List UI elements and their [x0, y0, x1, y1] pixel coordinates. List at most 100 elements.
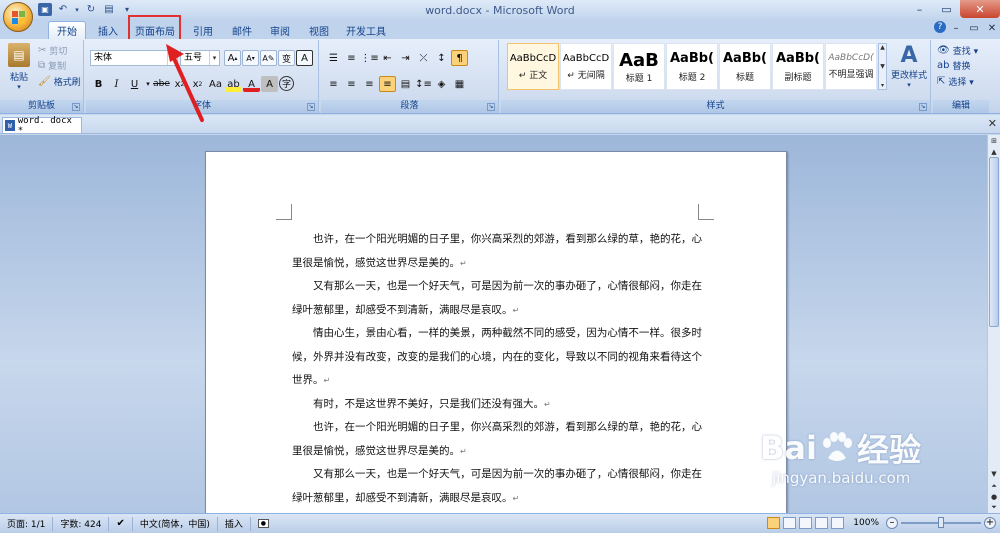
highlight-color-icon[interactable]: ab — [225, 76, 242, 92]
zoom-out-icon[interactable]: – — [886, 517, 898, 529]
next-page-icon[interactable]: ⏷ — [988, 501, 1000, 513]
multilevel-list-icon[interactable]: ⋮≡ — [360, 50, 378, 66]
chinese-layout-icon[interactable]: ⤫ — [415, 50, 432, 66]
minimize-button[interactable]: – — [906, 0, 933, 18]
document-body[interactable]: 也许，在一个阳光明媚的日子里，你兴高采烈的郊游，看到那么绿的草，艳的花，心里很是… — [292, 228, 702, 510]
copy-button[interactable]: ⧉ 复制 — [38, 59, 66, 72]
bold-icon[interactable]: B — [90, 76, 107, 92]
paste-button[interactable]: ▤ 粘贴 ▾ — [6, 43, 32, 91]
style-subtle-emphasis[interactable]: AaBbCcD( 不明显强调 — [825, 43, 877, 90]
tab-review[interactable]: 审阅 — [263, 21, 297, 39]
style-subtle-emphasis-name: 不明显强调 — [828, 70, 874, 80]
status-language[interactable]: 中文(简体，中国) — [133, 516, 218, 531]
styles-dialog-launcher[interactable]: ↘ — [919, 103, 927, 111]
tab-home[interactable]: 开始 — [48, 21, 86, 39]
increase-indent-icon[interactable]: ⇥ — [397, 50, 414, 66]
help-icon[interactable]: ? — [934, 21, 946, 33]
style-title[interactable]: AaBb( 标题 — [719, 43, 771, 90]
zoom-in-icon[interactable]: + — [984, 517, 996, 529]
web-layout-icon[interactable] — [799, 517, 813, 529]
document-page[interactable]: 也许，在一个阳光明媚的日子里，你兴高采烈的郊游，看到那么绿的草，艳的花，心里很是… — [205, 151, 787, 513]
scroll-thumb[interactable] — [989, 157, 999, 327]
tab-references[interactable]: 引用 — [186, 21, 220, 39]
format-painter-button[interactable]: 🖌 格式刷 — [38, 75, 81, 88]
close-button[interactable]: ✕ — [960, 0, 1000, 18]
shrink-font-icon[interactable]: A ▾ — [242, 50, 259, 66]
style-normal[interactable]: AaBbCcD ↵ 正文 — [507, 43, 559, 90]
zoom-slider-knob[interactable] — [938, 517, 944, 528]
show-marks-icon[interactable]: ¶ — [451, 50, 468, 66]
underline-icon[interactable]: U — [126, 76, 143, 92]
char-border-icon[interactable]: A — [296, 50, 313, 66]
style-subtitle[interactable]: AaBb( 副标题 — [772, 43, 824, 90]
italic-icon[interactable]: I — [108, 76, 125, 92]
tab-developer[interactable]: 开发工具 — [340, 21, 392, 39]
print-layout-view-icon[interactable] — [767, 517, 781, 529]
clear-format-icon[interactable]: A✎ — [260, 50, 277, 66]
scissors-icon: ✂ — [38, 45, 47, 56]
bullets-icon[interactable]: ☰ — [325, 50, 342, 66]
char-shading-icon[interactable]: A — [261, 76, 278, 92]
font-color-icon[interactable]: A — [243, 76, 260, 92]
select-button[interactable]: ⇱ 选择 ▾ — [937, 75, 974, 88]
replace-button[interactable]: ab 替换 — [937, 59, 971, 72]
draft-view-icon[interactable] — [831, 517, 845, 529]
vertical-scrollbar[interactable]: ⊞ ▲ ▼ ⏶ ● ⏷ — [987, 135, 1000, 513]
align-left-icon[interactable]: ≡ — [325, 76, 342, 92]
doc-minimize-icon[interactable]: – — [948, 21, 964, 35]
styles-scroll-down-icon[interactable]: ▼ — [880, 63, 885, 70]
outline-view-icon[interactable] — [815, 517, 829, 529]
shading-icon[interactable]: ◈ — [433, 76, 450, 92]
scroll-down-icon[interactable]: ▼ — [988, 468, 1000, 480]
enclose-char-icon[interactable]: 字 — [279, 76, 294, 91]
zoom-level[interactable]: 100% — [853, 518, 879, 528]
styles-more-icon[interactable]: ▾ — [881, 82, 884, 89]
align-right-icon[interactable]: ≡ — [361, 76, 378, 92]
paragraph-dialog-launcher[interactable]: ↘ — [487, 103, 495, 111]
cut-button[interactable]: ✂ 剪切 — [38, 44, 67, 57]
style-heading-2[interactable]: AaBb( 标题 2 — [666, 43, 718, 90]
change-styles-button[interactable]: A 更改样式 ▾ — [890, 43, 928, 89]
tab-insert[interactable]: 插入 — [90, 21, 126, 39]
borders-icon[interactable]: ▦ — [451, 76, 468, 92]
tab-view[interactable]: 视图 — [302, 21, 336, 39]
tab-mailings[interactable]: 邮件 — [225, 21, 259, 39]
doc-close-icon[interactable]: ✕ — [984, 21, 1000, 35]
document-tab[interactable]: W word. docx * — [2, 116, 82, 136]
align-center-icon[interactable]: ≡ — [343, 76, 360, 92]
font-dialog-launcher[interactable]: ↘ — [307, 103, 315, 111]
phonetic-guide-icon[interactable]: 变 — [278, 50, 295, 66]
styles-scroll[interactable]: ▲ ▼ ▾ — [878, 43, 887, 90]
styles-scroll-up-icon[interactable]: ▲ — [880, 44, 885, 51]
underline-dropdown-icon[interactable]: ▾ — [144, 76, 152, 92]
status-words[interactable]: 字数: 424 — [53, 516, 110, 531]
find-label: 查找 ▾ — [952, 47, 979, 57]
office-logo-icon — [12, 11, 25, 24]
doc-restore-icon[interactable]: ▭ — [966, 21, 982, 35]
find-button[interactable]: 👁 查找 ▾ — [937, 44, 978, 57]
office-button[interactable] — [3, 2, 33, 32]
paragraph-text: 情由心生，景由心看，一样的美景，两种截然不同的感受，因为心情不一样。很多时候，外… — [292, 327, 702, 386]
paragraph-group: ☰ ≡ ⋮≡ ⇤ ⇥ ⤫ ↕ ¶ ≡ ≡ ≡ ≡ ▤ ↕≡ ◈ ▦ 段落 ↘ — [321, 40, 499, 113]
status-proofing[interactable]: ✔ — [109, 516, 133, 531]
watermark-brand: Bai 经验 — [760, 425, 921, 471]
status-mode[interactable]: 插入 — [218, 516, 251, 531]
document-tab-close-icon[interactable]: ✕ — [988, 117, 997, 130]
status-macro[interactable]: ● — [251, 517, 276, 531]
editing-group: 👁 查找 ▾ ab 替换 ⇱ 选择 ▾ 编辑 — [933, 40, 989, 113]
style-heading-1[interactable]: AaB 标题 1 — [613, 43, 665, 90]
clipboard-dialog-launcher[interactable]: ↘ — [72, 103, 80, 111]
maximize-button[interactable]: ▭ — [933, 0, 960, 18]
status-page[interactable]: 页面: 1/1 — [0, 516, 54, 531]
zoom-slider[interactable] — [901, 517, 981, 528]
line-spacing-icon[interactable]: ↕≡ — [415, 76, 432, 92]
numbering-icon[interactable]: ≡ — [343, 50, 360, 66]
sort-icon[interactable]: ↕ — [433, 50, 450, 66]
style-no-spacing[interactable]: AaBbCcD ↵ 无间隔 — [560, 43, 612, 90]
brush-icon: 🖌 — [38, 76, 51, 87]
distributed-icon[interactable]: ▤ — [397, 76, 414, 92]
decrease-indent-icon[interactable]: ⇤ — [379, 50, 396, 66]
grow-font-icon[interactable]: A ▴ — [224, 50, 241, 66]
full-screen-reading-icon[interactable] — [783, 517, 797, 529]
justify-icon[interactable]: ≡ — [379, 76, 396, 92]
